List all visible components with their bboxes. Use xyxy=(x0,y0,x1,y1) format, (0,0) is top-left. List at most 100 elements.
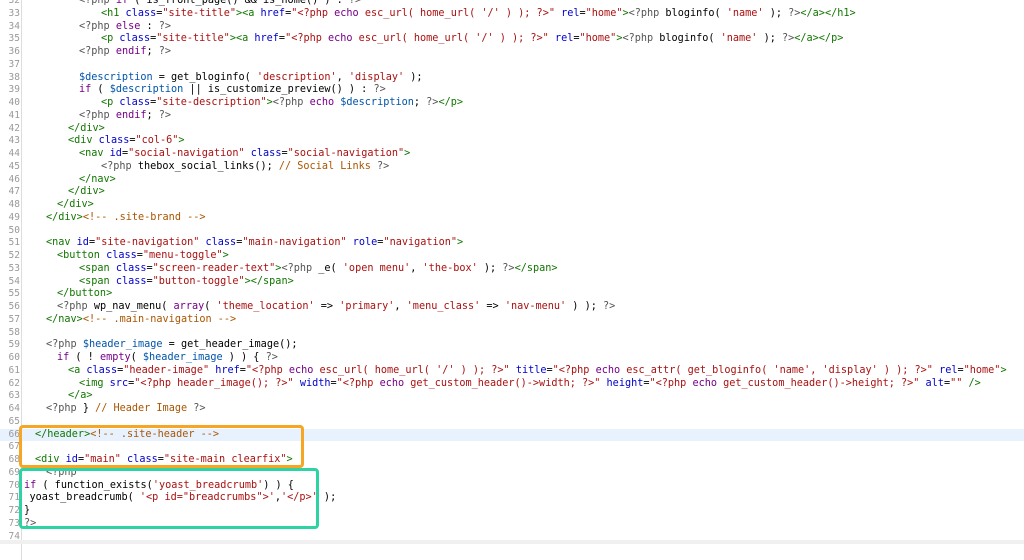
code-line[interactable]: 48 </div> xyxy=(0,199,1024,212)
code-token: rel xyxy=(554,33,574,45)
code-line[interactable]: 50 xyxy=(0,225,1024,238)
code-line[interactable]: 64 <?php } // Header Image ?> xyxy=(0,403,1024,416)
code-token: class xyxy=(98,135,130,147)
code-line[interactable]: 44 <nav id="social-navigation" class="soc… xyxy=(0,148,1024,161)
code-token: "<?php xyxy=(245,364,289,376)
code-text: if ( $description || is_customize_previe… xyxy=(24,84,386,97)
code-token: // Social Links xyxy=(278,160,378,172)
code-token: => xyxy=(480,301,505,312)
code-text: <div class="col-6"> xyxy=(24,135,185,148)
code-token: ?> xyxy=(193,403,206,414)
line-number: 63 xyxy=(8,390,20,402)
code-text: </div><!-- .site-brand --> xyxy=(24,212,205,225)
code-line[interactable]: 41 <?php endif; ?> xyxy=(0,110,1024,123)
code-token: </span> xyxy=(514,262,558,274)
code-line[interactable]: 39 if ( $description || is_customize_prev… xyxy=(0,84,1024,97)
code-text: <a class="header-image" href="<?php echo… xyxy=(24,365,1007,378)
code-line[interactable]: 37 xyxy=(0,59,1024,72)
code-token: esc_url( home_url( '/' ) ); ?>" xyxy=(352,33,549,45)
code-line[interactable]: 49 </div><!-- .site-brand --> xyxy=(0,212,1024,225)
line-number: 37 xyxy=(8,58,20,70)
code-line[interactable]: 61 <a class="header-image" href="<?php ec… xyxy=(0,365,1024,378)
code-token: } xyxy=(82,403,96,414)
code-line[interactable]: 45 <?php thebox_social_links(); // Social… xyxy=(0,161,1024,174)
code-token: "site-description" xyxy=(156,97,267,108)
code-text: <?php thebox_social_links(); // Social L… xyxy=(24,161,389,174)
code-token: , xyxy=(336,71,349,83)
code-token: <h1 xyxy=(101,7,126,19)
code-line[interactable]: 38 $description = get_bloginfo( 'descript… xyxy=(0,72,1024,85)
code-token: <p xyxy=(101,33,120,45)
code-line[interactable]: 63 </a> xyxy=(0,390,1024,403)
line-number: 51 xyxy=(8,237,20,249)
line-number: 57 xyxy=(8,313,20,325)
code-line[interactable]: 55 </button> xyxy=(0,288,1024,301)
code-text: <p class="site-title"><a href="<?php ech… xyxy=(24,33,843,46)
line-number: 60 xyxy=(8,352,20,363)
code-token: ?> xyxy=(158,109,172,121)
code-line[interactable]: 43 <div class="col-6"> xyxy=(0,135,1024,148)
code-token: <!-- .site-brand --> xyxy=(82,211,206,223)
line-number: 64 xyxy=(8,403,20,414)
code-token: // Header Image xyxy=(95,403,194,414)
code-token: 'name' xyxy=(726,7,764,19)
code-token: ?> xyxy=(781,33,795,45)
code-token: ; xyxy=(146,109,159,121)
horizontal-scrollbar[interactable] xyxy=(0,540,1024,544)
code-line[interactable]: 56 <?php wp_nav_menu( array( 'theme_locat… xyxy=(0,301,1024,314)
code-text: <?php else : ?> xyxy=(24,21,171,34)
code-token: echo xyxy=(595,364,621,376)
code-line[interactable]: 54 <span class="button-toggle"></span> xyxy=(0,276,1024,289)
code-token: <p xyxy=(101,97,120,108)
code-token: class xyxy=(119,97,151,108)
code-token: ) ); xyxy=(566,301,603,312)
code-line[interactable]: 42 </div> xyxy=(0,123,1024,136)
code-token: rel xyxy=(561,7,580,19)
code-token: class xyxy=(125,7,157,19)
code-line[interactable]: 59 <?php $header_image = get_header_image… xyxy=(0,339,1024,352)
code-line[interactable]: 62 <img src="<?php header_image(); ?>" wi… xyxy=(0,378,1024,391)
code-token: <?php xyxy=(46,339,83,351)
code-token: <?php xyxy=(622,33,660,45)
code-token: role xyxy=(352,237,378,249)
code-token: esc_attr( get_bloginfo( 'name', 'display… xyxy=(620,364,933,376)
code-line[interactable]: 35 <p class="site-title"><a href="<?php e… xyxy=(0,33,1024,46)
code-line[interactable]: 53 <span class="screen-reader-text"><?php… xyxy=(0,263,1024,276)
code-line[interactable]: 40 <p class="site-description"><?php echo… xyxy=(0,97,1024,110)
code-token: "col-6" xyxy=(135,135,179,147)
code-line[interactable]: 46 </nav> xyxy=(0,174,1024,187)
code-token: class xyxy=(86,364,118,376)
code-token: bloginfo( xyxy=(665,7,727,19)
code-token: </a></h1> xyxy=(800,7,856,19)
code-line[interactable]: 60 if ( ! empty( $header_image ) ) { ?> xyxy=(0,352,1024,365)
code-token: "site-navigation" xyxy=(95,237,200,249)
line-number: 45 xyxy=(8,160,20,172)
code-token: ); xyxy=(763,7,789,19)
code-token: </div> xyxy=(57,199,94,210)
code-line[interactable]: 52 <button class="menu-toggle"> xyxy=(0,250,1024,263)
code-token: empty xyxy=(99,352,131,363)
code-line[interactable]: 47 </div> xyxy=(0,186,1024,199)
code-line[interactable]: 33 <h1 class="site-title"><a href="<?php … xyxy=(0,8,1024,21)
code-line[interactable]: 58 xyxy=(0,327,1024,340)
code-text: <nav id="site-navigation" class="main-na… xyxy=(24,237,463,250)
code-line[interactable]: 34 <?php else : ?> xyxy=(0,21,1024,34)
code-token: </a></p> xyxy=(794,33,844,45)
code-line[interactable]: 51 <nav id="site-navigation" class="main-… xyxy=(0,237,1024,250)
code-token: </div> xyxy=(68,186,105,198)
code-token: ?> xyxy=(377,160,390,172)
code-token: </div> xyxy=(68,122,105,134)
code-text: <?php } // Header Image ?> xyxy=(24,403,206,416)
code-line[interactable]: 32 <?php if ( is_front_page() && is_home(… xyxy=(0,0,1024,8)
code-token: </p> xyxy=(438,97,463,108)
code-text: <?php endif; ?> xyxy=(24,46,171,59)
line-number: 52 xyxy=(8,250,20,261)
code-token: "social-navigation" xyxy=(128,148,245,159)
code-line[interactable]: 36 <?php endif; ?> xyxy=(0,46,1024,59)
code-token: > xyxy=(178,135,185,147)
code-line[interactable]: 57 </nav><!-- .main-navigation --> xyxy=(0,314,1024,327)
code-token: <button xyxy=(57,250,107,261)
code-token: ?> xyxy=(426,97,439,108)
code-text: </nav><!-- .main-navigation --> xyxy=(24,314,236,327)
code-token: ; xyxy=(413,97,427,108)
